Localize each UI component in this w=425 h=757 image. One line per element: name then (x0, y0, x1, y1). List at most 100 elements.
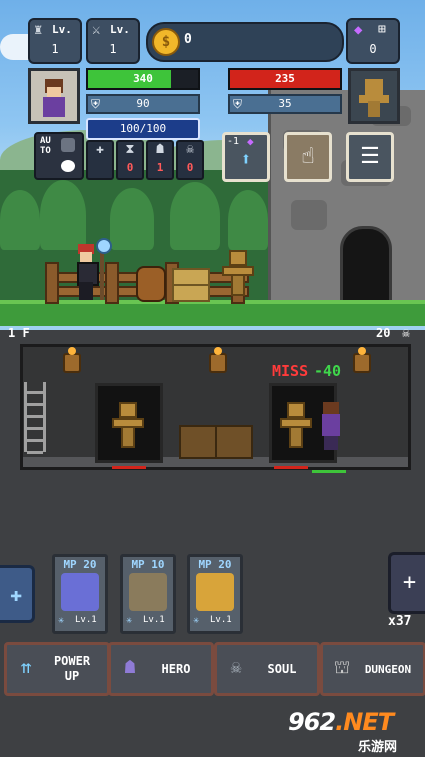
hero-character (72, 238, 112, 300)
enemy-defense-value: 35 (278, 97, 292, 110)
dungeon-gate-icon: ⛫ (333, 657, 351, 678)
skill-dagger-icon (129, 573, 167, 611)
hay-bale (172, 284, 210, 302)
helmet-icon: ☗ (156, 142, 164, 157)
sword-icon: ⚔ (92, 22, 101, 38)
upgrade-button[interactable]: -1 ◆ ⬆ (222, 132, 270, 182)
scarecrow-enemy (112, 402, 144, 448)
torch-icon (63, 347, 81, 373)
scarecrow-enemy (280, 402, 312, 448)
enemy-hp-line (274, 466, 308, 469)
torch-icon (209, 347, 227, 373)
diamond-icon: ◆ (354, 22, 363, 38)
ladder (24, 382, 46, 454)
coin-value: 0 (184, 32, 192, 47)
hero-helmet-icon: ☗ (124, 657, 136, 678)
skill-sword-burst-icon (196, 573, 234, 611)
player-hp-line (312, 470, 346, 473)
skill-mp-cost: MP 20 (198, 558, 232, 571)
hourglass-stat-value: 0 (126, 161, 134, 174)
gem-value: 0 (369, 42, 377, 56)
skull-stat-value: 0 (186, 161, 194, 174)
menu-button[interactable]: ☰ (346, 132, 394, 182)
armor-icon: ♜ (34, 22, 43, 38)
hamburger-menu-icon: ☰ (360, 144, 380, 169)
plus-icon: + (402, 570, 417, 595)
auto-toggle-button[interactable]: AU TO (34, 132, 84, 180)
coin-counter: $ 0 (146, 22, 344, 62)
crate (179, 425, 217, 459)
miss-text: MISS (272, 362, 309, 380)
barrel (136, 266, 166, 302)
snowflake-icon: ✳ (193, 615, 200, 626)
tab-dungeon[interactable]: ⛫ DUNGEON (320, 642, 425, 696)
skull-icon: ☠ (186, 142, 194, 157)
tree (228, 190, 268, 250)
heroine-character (318, 402, 344, 450)
enemy-portrait[interactable] (348, 68, 400, 124)
armor-level-value: 1 (51, 42, 59, 56)
skill-level: Lv.1 (143, 615, 165, 625)
skull-icon: ☠ (402, 326, 410, 341)
scarecrow-enemy (222, 250, 254, 296)
tab-label: SOUL (267, 661, 297, 676)
soul-skull-icon: ☠ (230, 657, 242, 678)
helmet-stat[interactable]: ☗ 1 (146, 140, 174, 180)
tab-label: POWER UP (53, 654, 91, 683)
coin-icon: $ (152, 28, 180, 56)
hand-pointer-icon: ☝ (301, 144, 315, 169)
skill-shield-icon (61, 573, 99, 611)
skull-stat[interactable]: ☠ 0 (176, 140, 204, 180)
snowflake-icon: ✳ (58, 615, 65, 626)
skill-mp-cost: MP 10 (131, 558, 165, 571)
auto-label: AU TO (40, 136, 51, 156)
level-label: Lv. (110, 23, 130, 36)
plus-icon: ✚ (9, 582, 23, 606)
skill-book-count: x37 (388, 614, 412, 629)
skill-mp-cost: MP 20 (63, 558, 97, 571)
gem-counter[interactable]: ◆ ⊞ 0 (346, 18, 400, 64)
player-hp-value: 340 (133, 72, 153, 85)
tab-power-up[interactable]: ⇈ POWER UP (4, 642, 110, 696)
kill-count: 20 (376, 326, 391, 340)
grass-ground (0, 300, 425, 326)
floor-indicator: 1 F (8, 326, 30, 340)
skill-book-button[interactable]: + (388, 552, 425, 614)
tab-hero[interactable]: ☗ HERO (108, 642, 214, 696)
skill-card-1[interactable]: MP 20 ✳ Lv.1 (52, 554, 108, 634)
skill-card-3[interactable]: MP 20 ✳ Lv.1 (187, 554, 243, 634)
crate (215, 425, 253, 459)
enemy-defense-bar: ⛨ 35 (228, 94, 342, 114)
potion-stat[interactable]: ✚ (86, 140, 114, 180)
player-portrait[interactable] (28, 68, 80, 124)
player-mp-bar: 100/100 (86, 118, 200, 140)
add-skill-slot-button[interactable]: ✚ (0, 565, 35, 623)
dungeon-view (20, 344, 411, 470)
level-label: Lv. (52, 23, 72, 36)
watermark-subtitle: 乐游网 (358, 740, 398, 755)
sword-level-value: 1 (109, 42, 117, 56)
tree (0, 190, 40, 250)
snowflake-icon: ✳ (126, 615, 133, 626)
game-screen: ♜ Lv. 1 ⚔ Lv. 1 $ 0 ◆ ⊞ 0 340 ⛨ 90 100/1… (0, 0, 425, 757)
torch-icon (353, 347, 371, 373)
tree (110, 188, 154, 250)
auto-switch-icon (61, 160, 75, 172)
skill-card-2[interactable]: MP 10 ✳ Lv.1 (120, 554, 176, 634)
player-hp-bar: 340 (86, 68, 200, 90)
skill-level: Lv.1 (75, 615, 97, 625)
tap-button[interactable]: ☝ (284, 132, 332, 182)
add-gems-icon[interactable]: ⊞ (378, 22, 386, 37)
power-up-arrows-icon: ⇈ (20, 657, 32, 678)
tab-soul[interactable]: ☠ SOUL (214, 642, 320, 696)
enemy-hp-bar: 235 (228, 68, 342, 90)
cave-entrance (340, 226, 392, 310)
auto-indicator-icon (61, 138, 75, 152)
diamond-icon: ◆ (247, 135, 254, 148)
hourglass-stat[interactable]: ⧗ 0 (116, 140, 144, 180)
sword-level-box: ⚔ Lv. 1 (86, 18, 140, 64)
enemy-hp-line (112, 466, 146, 469)
tab-label: DUNGEON (364, 662, 412, 676)
skill-level: Lv.1 (210, 615, 232, 625)
tab-label: HERO (161, 661, 191, 676)
